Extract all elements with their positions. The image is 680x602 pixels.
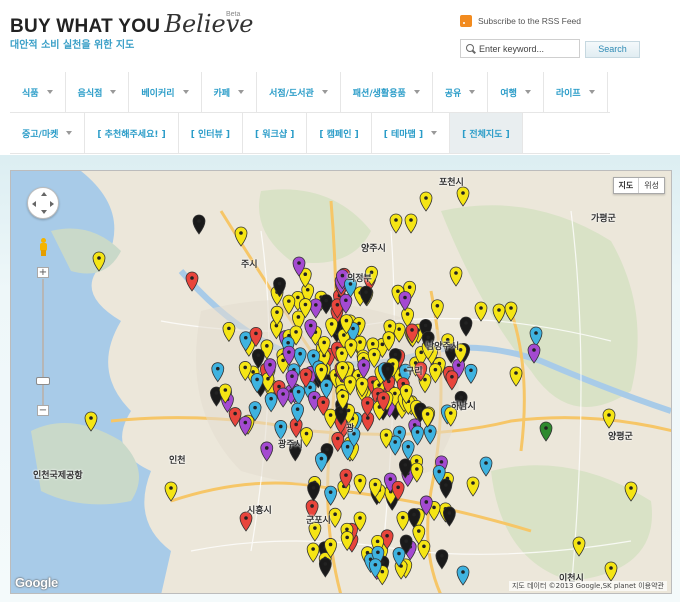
chevron-down-icon <box>413 90 420 94</box>
map-place-label: 하남시 <box>451 402 476 412</box>
nav-item[interactable]: 패션/생활용품 <box>341 72 433 112</box>
pan-right-icon[interactable] <box>50 201 54 207</box>
street-view-pegman-icon[interactable] <box>38 238 48 256</box>
map-place-label: 주시 <box>241 260 258 270</box>
nav-item-label: [ 캠페인 ] <box>319 129 359 140</box>
rss-label: Subscribe to the RSS Feed <box>478 16 582 26</box>
nav-item-label: [ 전체지도 ] <box>462 129 510 140</box>
chevron-down-icon <box>321 90 328 94</box>
nav-item-label: 베이커리 <box>141 88 175 99</box>
nav-item-label: 카페 <box>213 88 231 99</box>
map-place-label: 가평군 <box>591 214 616 224</box>
site-tagline: 대안적 소비 실천을 위한 지도 <box>10 40 135 51</box>
nav-item[interactable]: 카페 <box>202 72 258 112</box>
page: BUY WHAT YOU Believe Beta 대안적 소비 실천을 위한 지… <box>0 0 680 602</box>
nav-item[interactable]: 식품 <box>10 72 66 112</box>
map-place-label: 인천 <box>169 456 186 466</box>
zoom-out-button[interactable]: − <box>37 405 49 416</box>
brand-main-text: BUY WHAT YOU <box>10 16 161 37</box>
main-navigation: 식품 음식점 베이커리 카페 서점/도서관 패션/생활용품 공유 여행 라이프 중고/마켓 [ 추… <box>10 72 610 154</box>
map-place-label: 구리 <box>406 367 423 377</box>
pan-left-icon[interactable] <box>32 201 36 207</box>
nav-item-label: 라이프 <box>555 88 581 99</box>
nav-item-label: [ 인터뷰 ] <box>190 129 231 140</box>
nav-item-label: 중고/마켓 <box>22 129 59 140</box>
nav-item[interactable]: [ 워크샵 ] <box>243 113 308 153</box>
map-type-satellite-button[interactable]: 위성 <box>639 178 664 193</box>
nav-item-label: [ 워크샵 ] <box>255 129 295 140</box>
nav-item-label: [ 추천해주세요! ] <box>97 129 166 140</box>
nav-item-label: 여행 <box>500 88 517 99</box>
map-attribution[interactable]: 지도 데이터 ©2013 Google,SK planet 이용약관 <box>508 581 667 591</box>
nav-item-label: 음식점 <box>77 88 103 99</box>
nav-item[interactable]: [ 테마맵 ] <box>372 113 451 153</box>
nav-item-label: 공유 <box>444 88 462 99</box>
search-input[interactable] <box>479 43 579 54</box>
nav-item-label: 패션/생활용품 <box>352 88 406 99</box>
nav-item[interactable]: [ 인터뷰 ] <box>179 113 244 153</box>
map-place-label: 의정부 <box>347 274 372 284</box>
chevron-down-icon <box>238 90 245 94</box>
nav-item[interactable]: 공유 <box>433 72 489 112</box>
nav-row-secondary: 중고/마켓 [ 추천해주세요! ] [ 인터뷰 ] [ 워크샵 ] [ 캠페인 ] [ 테… <box>10 113 610 154</box>
chevron-down-icon <box>524 90 531 94</box>
chevron-down-icon <box>46 90 53 94</box>
chevron-down-icon <box>469 90 476 94</box>
map-place-label: 양평군 <box>608 432 633 442</box>
pan-control[interactable] <box>27 187 59 219</box>
map-place-label: 시흥시 <box>247 506 272 516</box>
map-type-toggle: 지도 위성 <box>612 177 665 194</box>
map-place-label: 남양주시 <box>426 342 460 352</box>
map-place-label: 양주시 <box>361 244 386 254</box>
search-icon <box>466 43 476 54</box>
rss-subscribe-link[interactable]: Subscribe to the RSS Feed <box>460 15 581 27</box>
map-place-label: 군포시 <box>306 516 331 526</box>
map-type-roadmap-button[interactable]: 지도 <box>614 178 640 193</box>
zoom-slider-handle[interactable] <box>36 377 50 385</box>
nav-item[interactable]: [ 캠페인 ] <box>307 113 372 153</box>
nav-item-label: 서점/도서관 <box>269 88 314 99</box>
beta-badge: Beta <box>226 11 241 18</box>
map-place-label: 인천국제공항 <box>33 471 83 481</box>
nav-item[interactable]: 서점/도서관 <box>257 72 341 112</box>
nav-item[interactable]: 베이커리 <box>129 72 202 112</box>
pan-down-icon[interactable] <box>41 210 47 214</box>
zoom-in-button[interactable]: + <box>37 267 49 278</box>
search-button[interactable]: Search <box>585 41 640 58</box>
google-logo: Google <box>15 575 58 590</box>
nav-item-label: 식품 <box>22 88 39 99</box>
nav-row-primary: 식품 음식점 베이커리 카페 서점/도서관 패션/생활용품 공유 여행 라이프 <box>10 72 610 113</box>
nav-item[interactable]: 중고/마켓 <box>10 113 86 153</box>
search-box <box>460 39 580 58</box>
map-place-label: 광 <box>346 424 355 434</box>
chevron-down-icon <box>182 90 189 94</box>
nav-item[interactable]: 라이프 <box>544 72 608 112</box>
nav-item[interactable]: [ 전체지도 ] <box>450 113 523 153</box>
map-place-label: 광주시 <box>278 440 303 450</box>
pan-up-icon[interactable] <box>41 192 47 196</box>
rss-icon <box>460 15 472 27</box>
site-logo[interactable]: BUY WHAT YOU Believe Beta <box>10 10 254 38</box>
map-graphic[interactable] <box>11 171 672 594</box>
nav-item[interactable]: [ 추천해주세요! ] <box>85 113 179 153</box>
nav-item[interactable]: 음식점 <box>66 72 130 112</box>
chevron-down-icon <box>431 131 438 135</box>
nav-item[interactable]: 여행 <box>488 72 544 112</box>
map-place-label: 포천시 <box>439 178 464 188</box>
nav-item-label: [ 테마맵 ] <box>383 129 424 140</box>
chevron-down-icon <box>66 131 73 135</box>
map-canvas[interactable]: 지도 위성 + − 포천시가평군양주시의정부남양주시 주시하남시양평군광주시인천국… <box>10 170 672 594</box>
chevron-down-icon <box>588 90 595 94</box>
chevron-down-icon <box>110 90 117 94</box>
zoom-slider-track[interactable] <box>42 279 44 405</box>
